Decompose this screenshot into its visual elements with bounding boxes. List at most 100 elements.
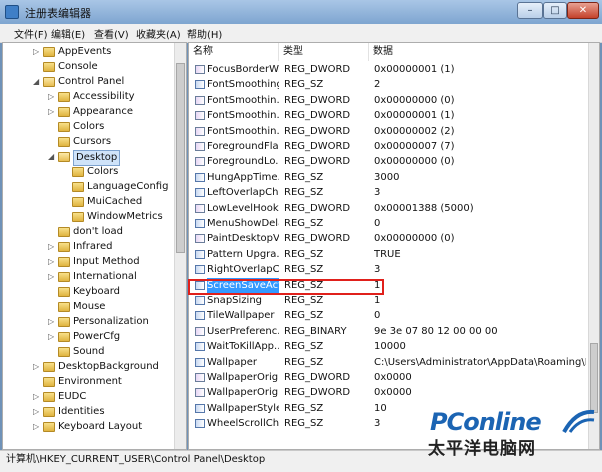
- tree-item[interactable]: Environment: [3, 375, 173, 389]
- tree-item[interactable]: ▷ Identities: [3, 405, 173, 419]
- expand-arrow-icon[interactable]: ▷: [48, 315, 56, 329]
- maximize-button[interactable]: □: [543, 2, 567, 19]
- registry-value-row[interactable]: LeftOverlapCh... REG_SZ 3: [189, 185, 589, 200]
- tree-item[interactable]: ▷ Keyboard Layout: [3, 420, 173, 434]
- tree-item[interactable]: ▷ Input Method: [3, 255, 173, 269]
- value-type: REG_DWORD: [284, 125, 351, 137]
- registry-value-row[interactable]: FocusBorderW... REG_DWORD 0x00000001 (1): [189, 62, 589, 77]
- string-value-icon: [195, 80, 205, 90]
- menu-favorites[interactable]: 收藏夹(A): [136, 26, 181, 41]
- registry-value-row[interactable]: TileWallpaper REG_SZ 0: [189, 308, 589, 323]
- registry-value-row[interactable]: ForegroundLo... REG_DWORD 0x00000000 (0): [189, 154, 589, 169]
- value-data: 0: [374, 218, 381, 229]
- menu-view[interactable]: 查看(V): [94, 26, 129, 41]
- column-header-type[interactable]: 类型: [279, 43, 369, 61]
- expand-arrow-icon[interactable]: ▷: [48, 240, 56, 254]
- tree-item[interactable]: Sound: [3, 345, 173, 359]
- tree-item[interactable]: ▷ AppEvents: [3, 45, 173, 59]
- tree-item[interactable]: MuiCached: [3, 195, 173, 209]
- menu-file[interactable]: 文件(F): [14, 26, 48, 41]
- collapse-arrow-icon[interactable]: ◢: [33, 75, 41, 89]
- value-name: WallpaperOrig...: [207, 372, 279, 383]
- tree-item[interactable]: Mouse: [3, 300, 173, 314]
- registry-value-row[interactable]: UserPreferenc... REG_BINARY 9e 3e 07 80 12…: [189, 324, 589, 339]
- tree-item[interactable]: don't load: [3, 225, 173, 239]
- registry-value-row[interactable]: WallpaperOrig... REG_DWORD 0x0000: [189, 370, 589, 385]
- value-type: REG_SZ: [284, 295, 324, 306]
- column-header-data[interactable]: 数据: [369, 43, 589, 61]
- tree-item[interactable]: Cursors: [3, 135, 173, 149]
- value-data: 0x00000000 (0): [374, 156, 455, 168]
- folder-icon: [43, 62, 55, 72]
- binary-value-icon: [195, 388, 205, 398]
- tree-item[interactable]: ▷ Appearance: [3, 105, 173, 119]
- registry-value-row[interactable]: FontSmoothin... REG_DWORD 0x00000000 (0): [189, 93, 589, 108]
- minimize-button[interactable]: –: [517, 2, 543, 19]
- registry-value-row[interactable]: FontSmoothin... REG_DWORD 0x00000002 (2): [189, 124, 589, 139]
- tree-item[interactable]: ▷ EUDC: [3, 390, 173, 404]
- tree-item[interactable]: WindowMetrics: [3, 210, 173, 224]
- collapse-arrow-icon[interactable]: ◢: [48, 150, 56, 164]
- expand-arrow-icon[interactable]: ▷: [33, 390, 41, 404]
- expand-arrow-icon[interactable]: ▷: [48, 330, 56, 344]
- binary-value-icon: [195, 326, 205, 336]
- values-scroll-thumb[interactable]: [590, 343, 598, 413]
- menu-help[interactable]: 帮助(H): [187, 26, 222, 41]
- tree-item[interactable]: Colors: [3, 120, 173, 134]
- expand-arrow-icon[interactable]: ▷: [48, 90, 56, 104]
- expand-arrow-icon[interactable]: ▷: [48, 105, 56, 119]
- expand-arrow-icon[interactable]: ▷: [33, 420, 41, 434]
- expand-arrow-icon[interactable]: ▷: [48, 255, 56, 269]
- string-value-icon: [195, 342, 205, 352]
- title-bar[interactable]: 注册表编辑器 – □ ✕: [0, 0, 602, 24]
- registry-value-row[interactable]: Pattern Upgra... REG_SZ TRUE: [189, 247, 589, 262]
- folder-icon: [58, 302, 70, 312]
- expand-arrow-icon[interactable]: ▷: [33, 360, 41, 374]
- registry-value-row[interactable]: FontSmoothin... REG_DWORD 0x00000001 (1): [189, 108, 589, 123]
- registry-value-row[interactable]: FontSmoothing REG_SZ 2: [189, 77, 589, 92]
- expand-arrow-icon[interactable]: ▷: [33, 45, 41, 59]
- close-button[interactable]: ✕: [567, 2, 599, 19]
- registry-key-tree[interactable]: ▷ AppEvents Console ◢ Control Panel ▷ Accessib…: [2, 42, 187, 450]
- tree-item[interactable]: ▷ International: [3, 270, 173, 284]
- registry-value-row[interactable]: Wallpaper REG_SZ C:\Users\Administrator\Ap…: [189, 355, 589, 370]
- folder-icon: [43, 47, 55, 57]
- registry-value-row[interactable]: LowLevelHook... REG_DWORD 0x00001388 (5000…: [189, 201, 589, 216]
- folder-icon: [58, 227, 70, 237]
- registry-value-row[interactable]: PaintDesktopV... REG_DWORD 0x00000000 (0): [189, 231, 589, 246]
- tree-item[interactable]: ▷ Accessibility: [3, 90, 173, 104]
- registry-values-list[interactable]: 名称 类型 数据 FocusBorderW...REG_DWORD0x00000…: [188, 42, 600, 450]
- expand-arrow-icon[interactable]: ▷: [33, 405, 41, 419]
- registry-value-row[interactable]: MenuShowDelay REG_SZ 0: [189, 216, 589, 231]
- menu-edit[interactable]: 编辑(E): [51, 26, 85, 41]
- binary-value-icon: [195, 111, 205, 121]
- tree-item[interactable]: Console: [3, 60, 173, 74]
- tree-item[interactable]: Keyboard: [3, 285, 173, 299]
- tree-item[interactable]: ▷ Infrared: [3, 240, 173, 254]
- tree-item[interactable]: Colors: [3, 165, 173, 179]
- string-value-icon: [195, 311, 205, 321]
- registry-value-row[interactable]: WaitToKillApp... REG_SZ 10000: [189, 339, 589, 354]
- tree-item-label: DesktopBackground: [58, 361, 159, 372]
- tree-item[interactable]: ▷ Personalization: [3, 315, 173, 329]
- expand-arrow-icon[interactable]: ▷: [48, 270, 56, 284]
- value-type: REG_DWORD: [284, 64, 351, 75]
- tree-item[interactable]: ▷ DesktopBackground: [3, 360, 173, 374]
- tree-item-label: Colors: [87, 166, 119, 177]
- registry-value-row[interactable]: WallpaperOrig... REG_DWORD 0x0000: [189, 385, 589, 400]
- column-header-name[interactable]: 名称: [189, 43, 279, 61]
- tree-item[interactable]: ◢ Control Panel: [3, 75, 173, 89]
- value-data: 2: [374, 79, 381, 91]
- value-name: FontSmoothin...: [207, 110, 279, 122]
- registry-value-row[interactable]: SnapSizing REG_SZ 1: [189, 293, 589, 308]
- folder-icon: [58, 152, 70, 162]
- values-vertical-scrollbar[interactable]: [588, 43, 599, 449]
- tree-item[interactable]: ▷ PowerCfg: [3, 330, 173, 344]
- tree-item[interactable]: ◢ Desktop: [3, 150, 173, 166]
- tree-item[interactable]: LanguageConfig: [3, 180, 173, 194]
- registry-value-row[interactable]: RightOverlapC... REG_SZ 3: [189, 262, 589, 277]
- tree-vertical-scrollbar[interactable]: [174, 43, 186, 449]
- tree-scroll-thumb[interactable]: [176, 63, 185, 253]
- registry-value-row[interactable]: HungAppTime... REG_SZ 3000: [189, 170, 589, 185]
- registry-value-row[interactable]: ForegroundFla... REG_DWORD 0x00000007 (7): [189, 139, 589, 154]
